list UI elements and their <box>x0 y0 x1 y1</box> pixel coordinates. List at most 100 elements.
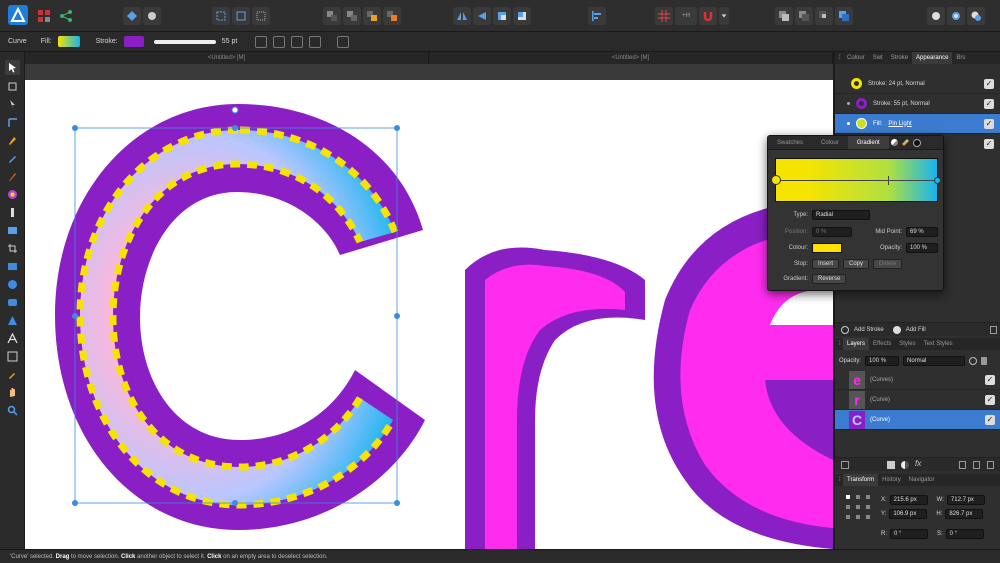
tab-text-styles[interactable]: Text Styles <box>920 338 957 350</box>
insert-stop-button[interactable]: Insert <box>812 259 840 269</box>
gradient-stop-start[interactable] <box>771 175 781 185</box>
stop-colour-swatch[interactable] <box>812 243 842 253</box>
tab-effects[interactable]: Effects <box>869 338 895 350</box>
fill-tool-icon[interactable] <box>5 187 20 202</box>
letter-r[interactable] <box>465 247 645 550</box>
letter-c[interactable] <box>55 104 425 530</box>
artboard-tool-icon[interactable] <box>5 79 20 94</box>
midpoint-field[interactable]: 69 % <box>906 227 938 237</box>
color-picker-icon[interactable] <box>912 138 921 147</box>
stroke-width-slider[interactable] <box>153 39 216 44</box>
move-to-back-icon[interactable] <box>323 7 341 25</box>
layers-stack-icon[interactable] <box>841 461 849 469</box>
lock-icon[interactable] <box>981 357 988 365</box>
view-mode-icon[interactable] <box>927 7 945 25</box>
gradient-stop-end[interactable] <box>934 177 941 184</box>
y-field[interactable]: 106.9 px <box>889 509 928 519</box>
node-tool-icon[interactable] <box>5 97 20 112</box>
document-tab-2[interactable]: <Untitled> [M] <box>429 52 833 64</box>
add-boolean-icon[interactable] <box>775 7 793 25</box>
mask-icon[interactable] <box>947 7 965 25</box>
tab-colour[interactable]: Colour <box>812 136 848 149</box>
rectangle-tool-icon[interactable] <box>5 259 20 274</box>
corner-tool-icon[interactable] <box>5 115 20 130</box>
appearance-row-fill[interactable]: Fill: Pin Light ✓ <box>835 114 1000 134</box>
visibility-checkbox[interactable]: ✓ <box>984 119 994 129</box>
h-field[interactable]: 826.7 px <box>945 509 984 519</box>
rotate-right-icon[interactable] <box>513 7 531 25</box>
visibility-checkbox[interactable]: ✓ <box>984 79 994 89</box>
mask-layer-icon[interactable] <box>887 461 895 469</box>
document-tab-1[interactable]: <Untitled> [M] <box>25 52 429 64</box>
blend-mode-select[interactable]: Normal <box>903 356 966 366</box>
visibility-checkbox[interactable]: ✓ <box>984 99 994 109</box>
persona-export-icon[interactable] <box>59 9 73 23</box>
type-select[interactable]: Radial <box>812 210 870 220</box>
tab-navigator[interactable]: Navigator <box>905 474 939 486</box>
fill-swatch[interactable] <box>57 36 80 47</box>
eyedropper-icon[interactable] <box>901 139 909 146</box>
pen-tool-icon[interactable] <box>5 133 20 148</box>
tab-transform[interactable]: Transform <box>843 474 879 486</box>
stop-opacity-field[interactable]: 100 % <box>906 243 938 253</box>
app-logo-icon[interactable] <box>8 5 28 25</box>
anchor-selector-icon[interactable] <box>845 494 871 520</box>
add-stroke-icon[interactable] <box>841 325 849 334</box>
position-field[interactable]: 0 % <box>812 227 852 237</box>
transparency-tool-icon[interactable] <box>5 205 20 220</box>
layer-opacity-field[interactable]: 100 % <box>865 356 900 366</box>
adjustment-icon[interactable] <box>901 461 909 469</box>
text-tool-icon[interactable] <box>5 331 20 346</box>
flip-vertical-icon[interactable] <box>473 7 491 25</box>
s-field[interactable]: 0 ° <box>945 529 984 539</box>
frame-text-tool-icon[interactable] <box>5 349 20 364</box>
grid-icon[interactable] <box>655 7 673 25</box>
tab-gradient[interactable]: Gradient <box>847 136 889 149</box>
pencil-tool-icon[interactable] <box>5 151 20 166</box>
appearance-row-stroke-24[interactable]: Stroke: 24 pt, Normal ✓ <box>835 74 1000 94</box>
align-nodes-icon[interactable] <box>273 35 286 48</box>
trash-icon[interactable] <box>990 326 997 334</box>
move-tool-icon[interactable] <box>5 60 20 75</box>
delete-layer-icon[interactable] <box>987 461 994 469</box>
subtract-boolean-icon[interactable] <box>795 7 813 25</box>
stroke-swatch[interactable] <box>123 36 144 47</box>
copy-stop-button[interactable]: Copy <box>843 259 870 269</box>
panel-grip-icon[interactable]: ⁞ <box>835 52 843 64</box>
snap-to-curve-icon[interactable] <box>337 35 350 48</box>
visibility-checkbox[interactable]: ✓ <box>985 375 995 385</box>
move-back-one-icon[interactable] <box>343 7 361 25</box>
divide-boolean-icon[interactable] <box>835 7 853 25</box>
add-fill-icon[interactable] <box>892 325 901 334</box>
tab-swatches[interactable]: Swatches <box>768 136 812 149</box>
appearance-row-stroke-55[interactable]: Stroke: 55 pt, Normal ✓ <box>835 94 1000 114</box>
visibility-checkbox[interactable]: ✓ <box>984 139 994 149</box>
rounded-rect-tool-icon[interactable] <box>5 295 20 310</box>
r-field[interactable]: 0 ° <box>890 529 928 539</box>
add-layer-icon[interactable] <box>959 461 966 469</box>
layer-row[interactable]: C (Curve) ✓ <box>835 410 1000 430</box>
transform-origin-icon[interactable] <box>291 35 304 48</box>
reverse-gradient-button[interactable]: Reverse <box>812 274 847 284</box>
place-image-tool-icon[interactable] <box>5 223 20 238</box>
target-icon[interactable] <box>255 35 268 48</box>
gradient-midpoint-marker[interactable] <box>888 176 889 185</box>
snapping-magnet-icon[interactable] <box>699 7 717 25</box>
select-same-icon[interactable] <box>232 7 250 25</box>
design-canvas[interactable] <box>25 80 833 549</box>
fx-icon[interactable]: fx <box>915 459 921 468</box>
w-field[interactable]: 712.7 px <box>946 495 985 505</box>
move-to-front-icon[interactable] <box>383 7 401 25</box>
intersect-boolean-icon[interactable] <box>815 7 833 25</box>
visibility-checkbox[interactable]: ✓ <box>985 395 995 405</box>
gradient-preview[interactable] <box>771 158 941 202</box>
show-handles-icon[interactable] <box>309 35 322 48</box>
ellipse-tool-icon[interactable] <box>5 277 20 292</box>
add-stroke-button[interactable]: Add Stroke <box>854 327 884 333</box>
assistant-icon[interactable] <box>123 7 141 25</box>
layer-row[interactable]: e (Curves) ✓ <box>835 370 1000 390</box>
vector-brush-tool-icon[interactable] <box>5 169 20 184</box>
panel-grip-icon[interactable]: ⁞ <box>835 474 843 486</box>
triangle-tool-icon[interactable] <box>5 313 20 328</box>
select-inverse-icon[interactable] <box>252 7 270 25</box>
